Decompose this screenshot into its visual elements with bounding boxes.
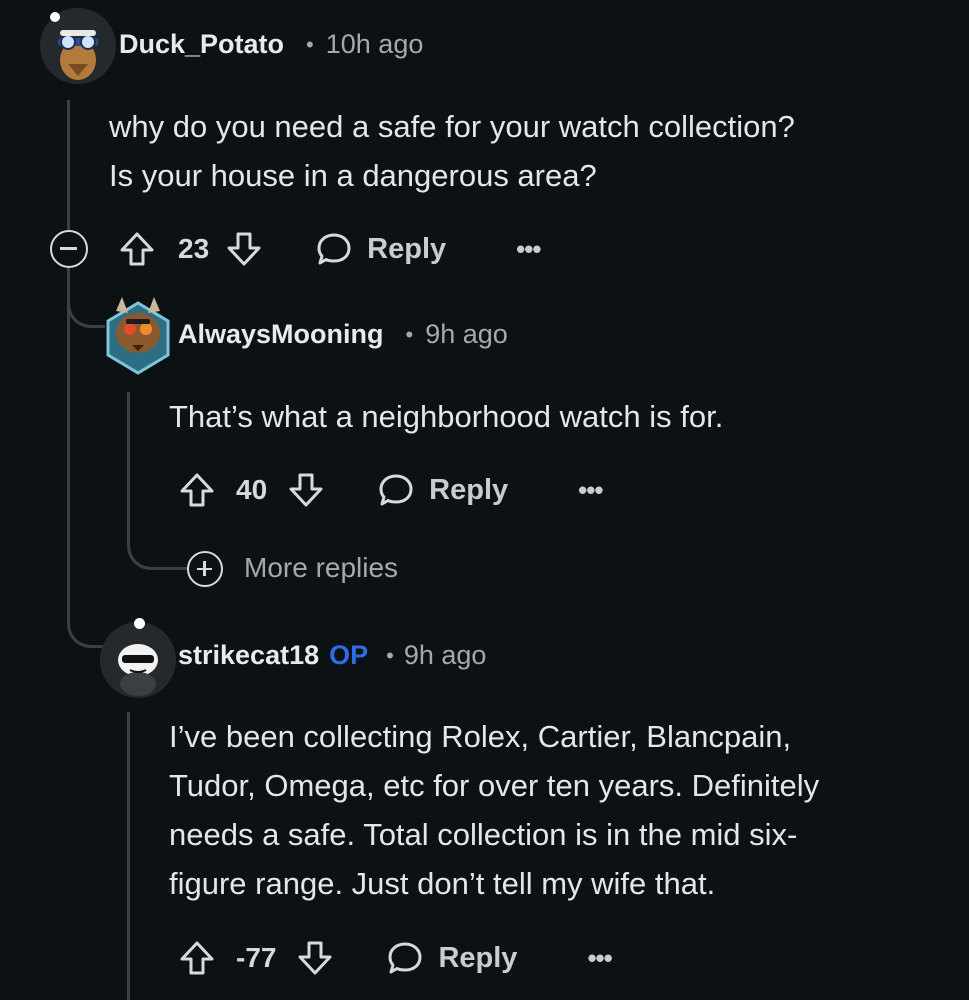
upvote-icon[interactable] [178,471,216,509]
avatar[interactable] [100,622,176,698]
separator-dot: • [386,642,394,668]
comment-line: why do you need a safe for your watch co… [109,109,795,144]
comment-actions: 40 Reply ••• [178,468,603,512]
comment-line: Is your house in a dangerous area? [109,158,597,193]
comment-body: why do you need a safe for your watch co… [109,102,939,200]
always-mooning-avatar-icon [106,297,170,375]
vote-count: 40 [236,474,268,505]
vote-count: -77 [236,942,277,973]
timestamp: 9h ago [403,640,487,670]
online-dot [50,12,60,22]
timestamp: 10h ago [325,29,424,59]
comment-line: figure range. Just don’t tell my wife th… [169,866,716,901]
username[interactable]: AlwaysMooning [178,319,384,350]
avatar[interactable] [102,293,174,375]
reply-button[interactable]: Reply [377,471,508,509]
comment-line: That’s what a neighborhood watch is for. [169,399,724,434]
downvote-icon[interactable] [296,939,334,977]
comment-body: I’ve been collecting Rolex, Cartier, Bla… [169,712,959,908]
comment-line: I’ve been collecting Rolex, Cartier, Bla… [169,719,792,754]
thread-line-main-lower [67,268,70,603]
thread-line-main [67,100,70,230]
reply-label: Reply [367,232,447,265]
minus-icon [60,247,77,250]
thread-elbow-2 [67,580,105,648]
comment-actions: 23 Reply ••• [118,227,541,271]
more-replies-link[interactable]: More replies [244,552,398,584]
comment-line: needs a safe. Total collection is in the… [169,817,798,852]
online-dot [134,618,145,629]
strikecat-avatar-icon [118,644,158,696]
reply-button[interactable]: Reply [386,939,517,977]
more-options-icon[interactable]: ••• [578,475,603,506]
vote-count: 23 [178,233,210,264]
comment-header: AlwaysMooning • 9h ago [178,319,508,350]
comment-line: Tudor, Omega, etc for over ten years. De… [169,768,820,803]
separator-dot: • [306,31,314,57]
comment-header: strikecat18 OP • 9h ago [178,640,486,671]
upvote-icon[interactable] [118,230,158,268]
thread-elbow-1 [67,268,105,328]
more-options-icon[interactable]: ••• [587,943,612,974]
collapse-button[interactable] [50,230,88,268]
separator-dot: • [405,321,414,347]
reply-bubble-icon [317,233,351,265]
comment-body: That’s what a neighborhood watch is for. [169,392,949,441]
reply-label: Reply [438,941,518,974]
op-badge: OP [329,640,369,670]
more-options-icon[interactable]: ••• [516,234,541,265]
username[interactable]: Duck_Potato [119,29,284,60]
reply-label: Reply [429,473,509,506]
thread-line-reply2 [127,712,130,1000]
downvote-icon[interactable] [287,471,325,509]
reply-bubble-icon [388,942,422,974]
username[interactable]: strikecat18 [178,640,319,671]
timestamp: 9h ago [425,319,508,349]
reply-bubble-icon [379,474,413,506]
comment-actions: -77 Reply ••• [178,936,613,980]
upvote-icon[interactable] [178,939,216,977]
reply-button[interactable]: Reply [315,230,446,268]
comment-header: Duck_Potato • 10h ago [119,29,423,60]
downvote-icon[interactable] [225,230,263,268]
thread-elbow-more [127,520,187,570]
expand-replies-button[interactable] [187,551,223,587]
